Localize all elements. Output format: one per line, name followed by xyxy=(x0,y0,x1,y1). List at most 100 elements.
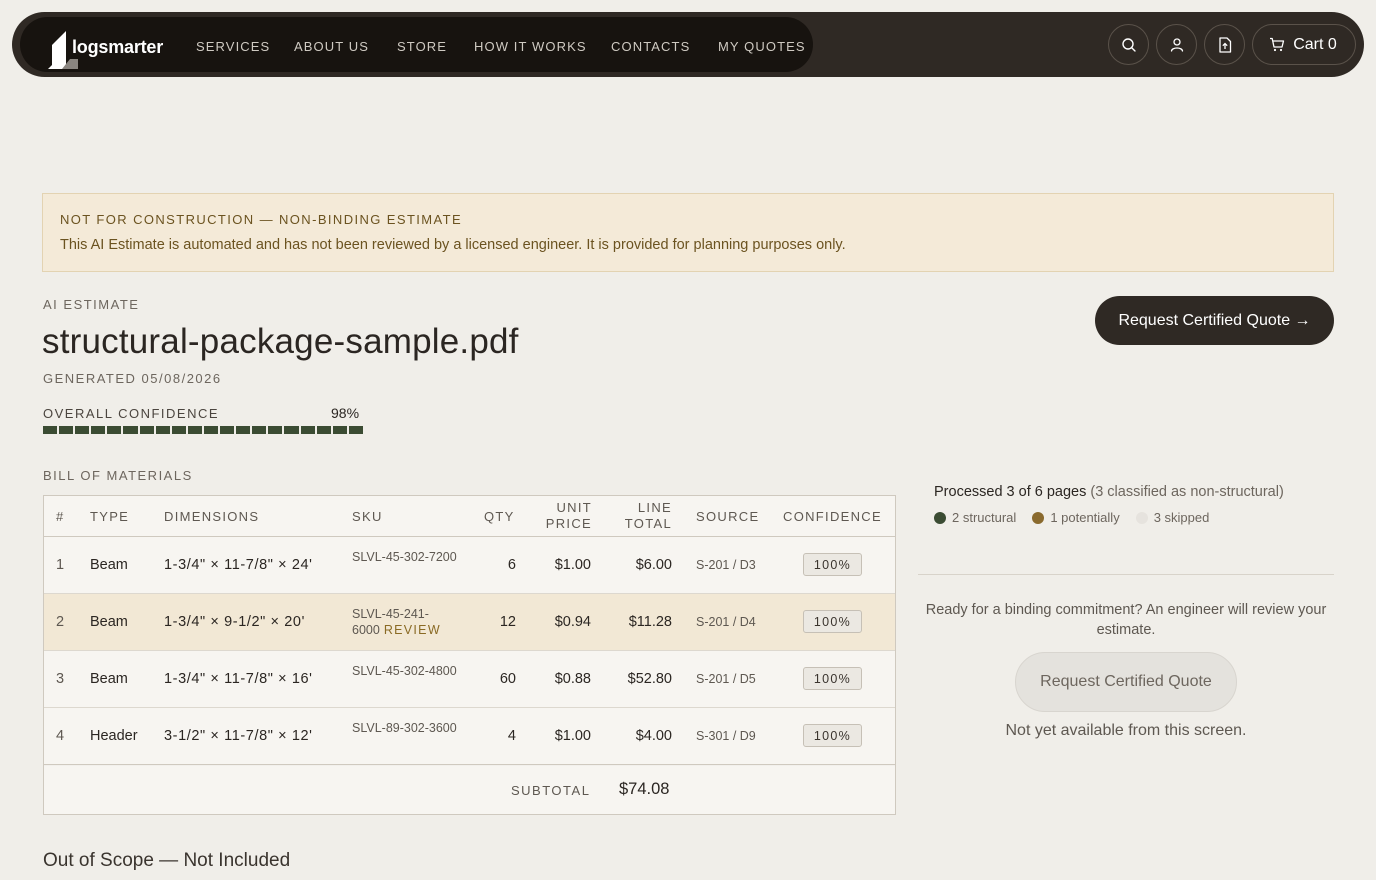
col-num: # xyxy=(56,509,65,524)
row-number: 1 xyxy=(56,557,65,573)
table-row[interactable]: 3 Beam 1-3/4" × 11-7/8" × 16' SLVL-45-30… xyxy=(44,651,895,708)
cart-label: Cart 0 xyxy=(1293,35,1337,53)
main-nav: logsmarter SERVICES ABOUT US STORE HOW I… xyxy=(20,17,813,72)
potentially-dot-icon xyxy=(1032,511,1045,524)
nav-store[interactable]: STORE xyxy=(397,39,447,54)
review-flag: REVIEW xyxy=(383,623,441,637)
row-type: Beam xyxy=(90,614,128,630)
nav-how-it-works[interactable]: HOW IT WORKS xyxy=(474,39,587,54)
bill-of-materials-label: BILL OF MATERIALS xyxy=(43,468,193,483)
confidence-segment xyxy=(300,426,315,434)
upload-document-button[interactable] xyxy=(1204,24,1245,65)
legend-label: 1 potentially xyxy=(1050,510,1120,525)
confidence-segment xyxy=(59,426,74,434)
legend-label: 3 skipped xyxy=(1153,510,1210,525)
legend-item: 2 structural xyxy=(934,510,1016,525)
col-type: TYPE xyxy=(90,509,130,524)
row-confidence-badge: 100% xyxy=(803,667,862,690)
row-sku: SLVL-45-302-7200 xyxy=(352,550,457,564)
subtotal-label: SUBTOTAL xyxy=(511,783,591,798)
col-confidence: CONFIDENCE xyxy=(783,509,882,524)
row-line-total: $52.80 xyxy=(627,671,672,687)
col-line-total: LINE TOTAL xyxy=(624,500,672,531)
confidence-segment xyxy=(91,426,106,434)
confidence-segment xyxy=(203,426,219,434)
row-dimensions: 1-3/4" × 11-7/8" × 24' xyxy=(164,557,313,573)
nav-services[interactable]: SERVICES xyxy=(196,39,270,54)
confidence-segment xyxy=(123,426,138,434)
disclaimer-banner: NOT FOR CONSTRUCTION — NON-BINDING ESTIM… xyxy=(42,193,1334,272)
table-row[interactable]: 1 Beam 1-3/4" × 11-7/8" × 24' SLVL-45-30… xyxy=(44,537,895,594)
cart-icon xyxy=(1270,37,1285,52)
generated-date: GENERATED 05/08/2026 xyxy=(43,371,222,386)
confidence-segment xyxy=(43,426,58,434)
ready-text: Ready for a binding commitment? An engin… xyxy=(925,602,1327,638)
request-certified-quote-disabled-button[interactable]: Request Certified Quote xyxy=(1015,652,1237,712)
col-qty: QTY xyxy=(484,509,515,524)
subtotal-row: SUBTOTAL $74.08 xyxy=(44,766,895,814)
row-sku: SLVL-45-302-4800 xyxy=(352,664,457,678)
row-qty: 4 xyxy=(507,728,516,744)
file-upload-icon xyxy=(1218,36,1231,53)
row-unit-price: $0.94 xyxy=(554,614,591,630)
row-confidence-badge: 100% xyxy=(803,610,862,633)
document-title: structural-package-sample.pdf xyxy=(42,322,519,361)
row-source: S-201 / D5 xyxy=(696,672,756,686)
page-legend: 2 structural 1 potentially 3 skipped xyxy=(934,510,1209,525)
confidence-segment xyxy=(268,426,283,434)
subtotal-value: $74.08 xyxy=(619,780,670,798)
cart-button[interactable]: Cart 0 xyxy=(1252,24,1356,65)
processed-pages: Processed 3 of 6 pages xyxy=(934,484,1087,500)
out-of-scope-heading: Out of Scope — Not Included xyxy=(43,850,291,871)
disclaimer-heading: NOT FOR CONSTRUCTION — NON-BINDING ESTIM… xyxy=(60,212,463,227)
confidence-segment xyxy=(139,426,154,434)
nav-my-quotes[interactable]: MY QUOTES xyxy=(718,39,806,54)
table-header: # TYPE DIMENSIONS SKU QTY UNIT PRICE LIN… xyxy=(44,496,895,537)
row-line-total: $11.28 xyxy=(628,614,672,630)
row-number: 3 xyxy=(56,671,65,687)
processing-summary: Processed 3 of 6 pages (3 classified as … xyxy=(934,484,1284,500)
row-unit-price: $1.00 xyxy=(554,728,591,744)
brand-name: logsmarter xyxy=(72,37,164,57)
confidence-segment xyxy=(316,426,331,434)
confidence-segment xyxy=(155,426,170,434)
row-source: S-201 / D4 xyxy=(696,615,756,629)
not-available-note: Not yet available from this screen. xyxy=(1005,722,1247,739)
col-sku: SKU xyxy=(352,509,383,524)
structural-dot-icon xyxy=(934,511,946,524)
overall-confidence-label: OVERALL CONFIDENCE xyxy=(43,406,220,421)
confidence-segment xyxy=(107,426,122,434)
nav-about-us[interactable]: ABOUT US xyxy=(294,39,369,54)
nav-contacts[interactable]: CONTACTS xyxy=(611,39,690,54)
brand-logo[interactable]: logsmarter xyxy=(48,31,180,69)
request-certified-quote-button[interactable]: Request Certified Quote → xyxy=(1095,296,1334,345)
col-dimensions: DIMENSIONS xyxy=(164,509,260,524)
confidence-segment xyxy=(171,426,186,434)
row-dimensions: 1-3/4" × 9-1/2" × 20' xyxy=(164,614,305,630)
legend-item: 3 skipped xyxy=(1135,510,1210,525)
estimate-eyebrow: AI ESTIMATE xyxy=(43,297,140,312)
confidence-segment xyxy=(332,426,347,434)
row-type: Header xyxy=(90,728,138,744)
table-row[interactable]: 2 Beam 1-3/4" × 9-1/2" × 20' SLVL-45-241… xyxy=(44,594,895,651)
row-confidence-badge: 100% xyxy=(803,553,862,576)
row-qty: 12 xyxy=(499,614,516,630)
row-source: S-201 / D3 xyxy=(696,558,756,572)
row-type: Beam xyxy=(90,671,128,687)
confidence-segment xyxy=(252,426,267,434)
table-row[interactable]: 4 Header 3-1/2" × 11-7/8" × 12' SLVL-89-… xyxy=(44,708,895,765)
confidence-segment xyxy=(220,426,235,434)
row-dimensions: 3-1/2" × 11-7/8" × 12' xyxy=(164,728,313,744)
overall-confidence-bar xyxy=(43,426,363,434)
search-button[interactable] xyxy=(1108,24,1149,65)
row-qty: 6 xyxy=(507,557,516,573)
row-unit-price: $0.88 xyxy=(554,671,591,687)
row-type: Beam xyxy=(90,557,128,573)
row-source: S-301 / D9 xyxy=(696,729,756,743)
overall-confidence-value: 98% xyxy=(331,405,360,421)
user-icon xyxy=(1170,37,1183,52)
account-button[interactable] xyxy=(1156,24,1197,65)
processed-note: (3 classified as non-structural) xyxy=(1090,484,1284,500)
row-unit-price: $1.00 xyxy=(554,557,591,573)
confidence-segment xyxy=(187,426,202,434)
